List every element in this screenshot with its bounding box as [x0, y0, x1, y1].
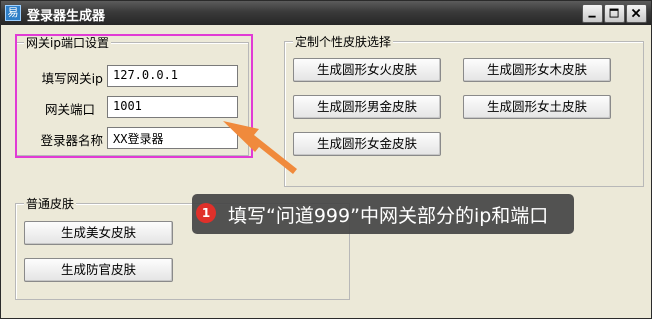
annotation-tooltip: 1 填写“问道999”中网关部分的ip和端口 — [192, 194, 574, 234]
gateway-port-label: 网关端口 — [44, 102, 95, 117]
gateway-group-title: 网关ip端口设置 — [24, 34, 111, 51]
defense-official-skin-button[interactable]: 生成防官皮肤 — [24, 258, 173, 282]
annotation-number-badge: 1 — [196, 203, 216, 223]
normal-skin-group-title: 普通皮肤 — [24, 195, 77, 212]
round-female-fire-skin-button[interactable]: 生成圆形女火皮肤 — [293, 58, 441, 82]
maximize-button[interactable] — [604, 4, 625, 23]
window-title: 登录器生成器 — [27, 9, 106, 24]
annotation-text: 填写“问道999”中网关部分的ip和端口 — [228, 205, 549, 227]
app-window: 易 登录器生成器 网关ip端口设置 填写网关ip 127.0.0.1 网关端口 … — [0, 0, 652, 319]
round-male-gold-skin-button[interactable]: 生成圆形男金皮肤 — [293, 95, 441, 119]
close-button[interactable] — [626, 4, 647, 23]
launcher-name-label: 登录器名称 — [40, 133, 103, 148]
round-female-wood-skin-button[interactable]: 生成圆形女木皮肤 — [463, 58, 611, 82]
title-bar[interactable]: 易 登录器生成器 — [1, 1, 651, 25]
minimize-button[interactable] — [582, 4, 603, 23]
gateway-ip-input[interactable]: 127.0.0.1 — [107, 65, 238, 87]
app-icon: 易 — [5, 5, 21, 21]
custom-skin-group-title: 定制个性皮肤选择 — [293, 33, 394, 50]
gateway-port-input[interactable]: 1001 — [107, 96, 238, 118]
maximize-icon — [609, 8, 619, 18]
round-female-gold-skin-button[interactable]: 生成圆形女金皮肤 — [293, 132, 441, 156]
close-icon — [631, 8, 641, 18]
gateway-ip-label: 填写网关ip — [41, 71, 103, 86]
beauty-skin-button[interactable]: 生成美女皮肤 — [24, 221, 173, 245]
minimize-icon — [588, 15, 596, 18]
round-female-earth-skin-button[interactable]: 生成圆形女土皮肤 — [463, 95, 611, 119]
launcher-name-input[interactable]: XX登录器 — [107, 127, 238, 149]
